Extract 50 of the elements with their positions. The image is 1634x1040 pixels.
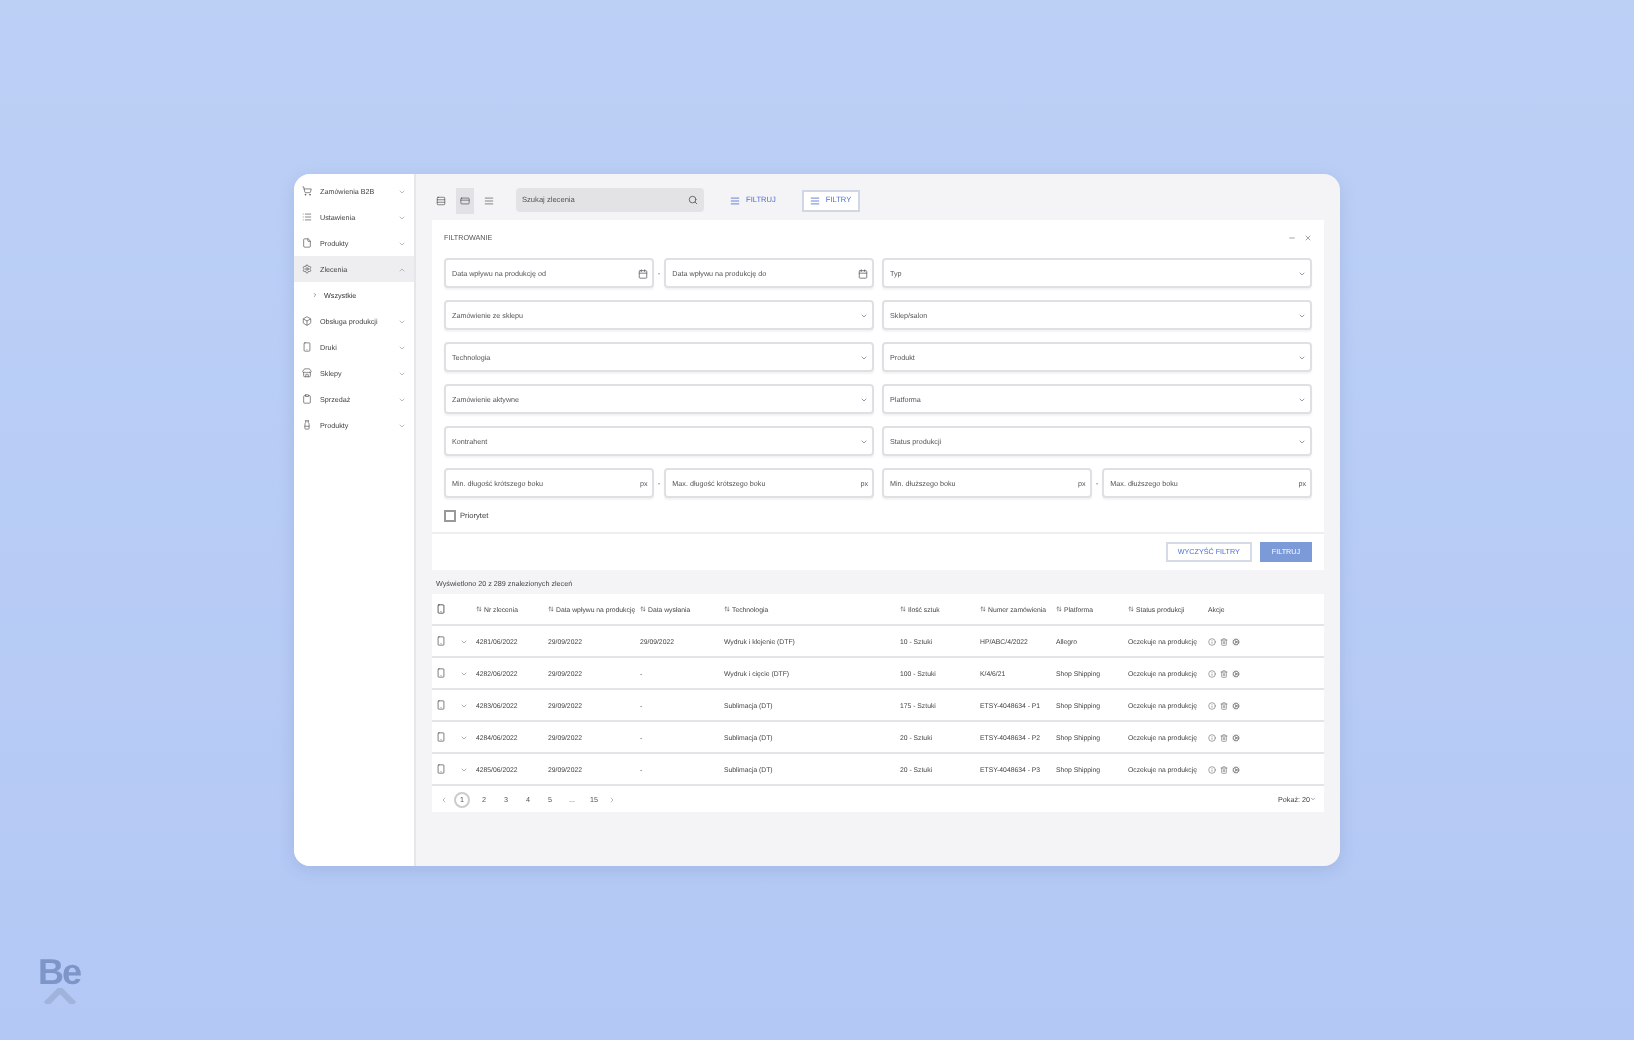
row-checkbox[interactable]: [436, 668, 446, 678]
lines-icon: [730, 195, 740, 205]
info-icon[interactable]: [1208, 637, 1216, 645]
checkbox[interactable]: [444, 510, 456, 522]
sort-icon: [640, 606, 646, 612]
card-icon: [460, 195, 470, 205]
sort-icon: [1056, 606, 1062, 612]
menu-item-icon: [302, 368, 312, 378]
trash-icon[interactable]: [1220, 637, 1228, 645]
info-icon[interactable]: [1208, 765, 1216, 773]
calendar-icon: [858, 268, 868, 278]
view-toggle-button[interactable]: [456, 187, 474, 213]
menu-item-icon: [302, 238, 312, 248]
menu-item-icon: [302, 394, 312, 404]
trash-icon[interactable]: [1220, 669, 1228, 677]
trash-icon[interactable]: [1220, 701, 1228, 709]
settings-icon[interactable]: [1232, 733, 1240, 741]
info-icon[interactable]: [1208, 669, 1216, 677]
lines-icon: [809, 195, 820, 205]
calendar-icon: [637, 268, 648, 278]
row-checkbox[interactable]: [436, 636, 446, 646]
sort-icon: [980, 606, 986, 612]
sort-icon: [1128, 606, 1134, 612]
row-checkbox[interactable]: [436, 700, 446, 710]
settings-icon[interactable]: [1232, 637, 1240, 645]
sort-icon: [548, 606, 554, 612]
sort-icon: [724, 606, 730, 612]
info-icon[interactable]: [1208, 733, 1216, 741]
settings-icon[interactable]: [1232, 701, 1240, 709]
sort-icon: [476, 606, 482, 612]
row-checkbox[interactable]: [436, 732, 446, 742]
lines-icon: [484, 195, 494, 205]
sort-icon: [900, 606, 906, 612]
search-icon: [688, 195, 698, 205]
menu-item-icon: [302, 316, 312, 326]
menu-item-icon: [302, 212, 312, 222]
rows-icon: [436, 195, 446, 205]
menu-item-icon: [302, 186, 312, 196]
row-checkbox[interactable]: [436, 764, 446, 774]
device-icon: [436, 604, 446, 614]
chevron-mark-icon: [41, 988, 77, 1004]
settings-icon[interactable]: [1232, 765, 1240, 773]
minimize-icon[interactable]: [1288, 234, 1296, 242]
trash-icon[interactable]: [1220, 765, 1228, 773]
settings-icon[interactable]: [1232, 669, 1240, 677]
info-icon[interactable]: [1208, 701, 1216, 709]
menu-item-icon: [302, 420, 312, 430]
trash-icon[interactable]: [1220, 733, 1228, 741]
menu-item-icon: [302, 264, 312, 274]
menu-item-icon: [302, 342, 312, 352]
